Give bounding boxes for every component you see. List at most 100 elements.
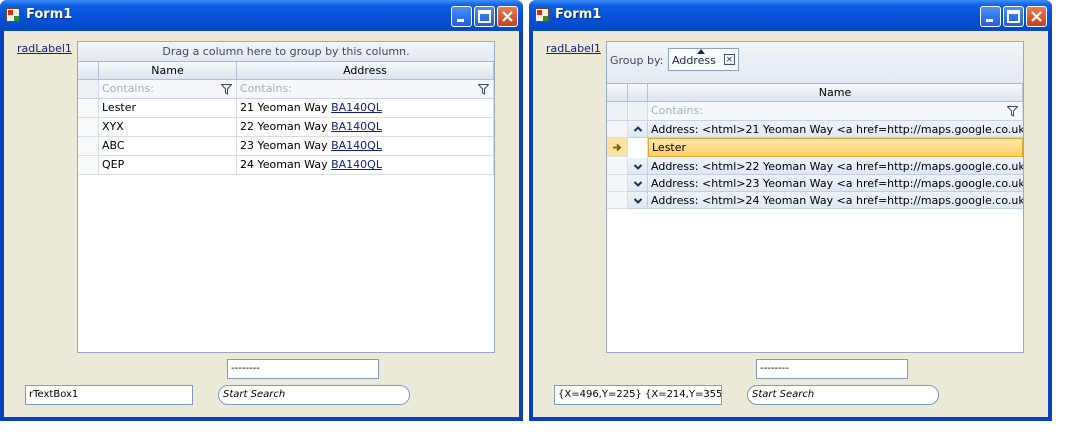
data-grid[interactable]: Group by: Address ✕ Name Contains: Addre… <box>606 41 1024 353</box>
close-button[interactable] <box>1026 6 1047 27</box>
group-row-label: Address: <html>21 Yeoman Way <a href=htt… <box>651 123 1023 136</box>
cell-name[interactable]: XYX <box>99 118 237 136</box>
title-bar[interactable]: Form1 <box>0 0 523 31</box>
child-indent <box>628 138 648 157</box>
filter-indent <box>607 102 628 121</box>
table-row[interactable]: QEP 24 Yeoman Way BA140QL <box>78 156 494 175</box>
remove-group-icon[interactable]: ✕ <box>723 54 735 65</box>
filter-placeholder: Contains: <box>102 82 154 95</box>
address-text: 24 Yeoman Way <box>240 158 332 171</box>
row-indicator[interactable] <box>78 156 99 174</box>
group-row-label: Address: <html>24 Yeoman Way <a href=htt… <box>651 194 1023 207</box>
maximize-icon <box>1007 10 1020 23</box>
row-indicator[interactable] <box>78 137 99 155</box>
minimize-icon <box>986 19 993 22</box>
maximize-button[interactable] <box>474 6 495 27</box>
group-row[interactable]: Address: <html>21 Yeoman Way <a href=htt… <box>628 121 1023 138</box>
close-button[interactable] <box>497 6 518 27</box>
filter-group-indent <box>628 102 648 121</box>
group-chip-label: Address <box>672 54 716 67</box>
group-by-label: Group by: <box>610 54 664 67</box>
chevron-down-icon <box>633 181 643 187</box>
close-icon <box>1031 11 1042 22</box>
filter-cell-name[interactable]: Contains: <box>648 102 1023 121</box>
postcode-link[interactable]: BA140QL <box>331 101 382 114</box>
filter-placeholder: Contains: <box>240 82 292 95</box>
title-bar[interactable]: Form1 <box>529 0 1052 31</box>
row-indicator[interactable] <box>607 158 628 175</box>
rad-label[interactable]: radLabel1 <box>546 42 601 55</box>
cell-name[interactable]: QEP <box>99 156 237 174</box>
data-grid[interactable]: Drag a column here to group by this colu… <box>77 41 495 353</box>
chevron-down-icon <box>633 198 643 204</box>
sort-up-icon <box>697 49 705 54</box>
row-indicator[interactable] <box>607 175 628 192</box>
app-icon[interactable] <box>535 8 549 22</box>
header-group-indent <box>628 84 648 102</box>
table-row[interactable]: XYX 22 Yeoman Way BA140QL <box>78 118 494 137</box>
cell-name[interactable]: Lester <box>99 99 237 117</box>
filter-indent <box>78 80 99 99</box>
small-textbox[interactable]: -------- <box>227 359 379 379</box>
address-text: 22 Yeoman Way <box>240 120 332 133</box>
group-row[interactable]: Address: <html>24 Yeoman Way <a href=htt… <box>628 192 1023 209</box>
group-row[interactable]: Address: <html>22 Yeoman Way <a href=htt… <box>628 158 1023 175</box>
form-client-area: radLabel1 Drag a column here to group by… <box>4 31 519 417</box>
header-indent <box>607 84 628 102</box>
funnel-icon[interactable] <box>1007 106 1018 117</box>
address-text: 21 Yeoman Way <box>240 101 332 114</box>
group-panel[interactable]: Group by: Address ✕ <box>607 42 1023 84</box>
minimize-button[interactable] <box>451 6 472 27</box>
minimize-button[interactable] <box>980 6 1001 27</box>
app-icon[interactable] <box>6 8 20 22</box>
postcode-link[interactable]: BA140QL <box>331 158 382 171</box>
funnel-icon[interactable] <box>221 84 232 95</box>
selected-row[interactable]: Lester <box>648 138 1023 157</box>
chevron-up-icon[interactable] <box>628 121 648 137</box>
row-indicator[interactable] <box>78 118 99 136</box>
search-box[interactable]: Start Search <box>747 385 939 405</box>
postcode-link[interactable]: BA140QL <box>331 139 382 152</box>
rad-label[interactable]: radLabel1 <box>17 42 72 55</box>
arrow-right-icon <box>613 143 622 152</box>
row-indicator[interactable] <box>78 99 99 117</box>
chevron-down-icon[interactable] <box>628 192 648 208</box>
header-indent <box>78 62 99 80</box>
row-indicator[interactable] <box>607 121 628 138</box>
group-row-label: Address: <html>22 Yeoman Way <a href=htt… <box>651 160 1023 173</box>
cell-address[interactable]: 22 Yeoman Way BA140QL <box>237 118 494 136</box>
funnel-icon[interactable] <box>478 84 489 95</box>
coordinates-textbox[interactable]: {X=496,Y=225} {X=214,Y=355} <box>554 385 722 405</box>
group-row-label: Address: <html>23 Yeoman Way <a href=htt… <box>651 177 1023 190</box>
search-box[interactable]: Start Search <box>218 385 410 405</box>
table-row[interactable]: ABC 23 Yeoman Way BA140QL <box>78 137 494 156</box>
chevron-down-icon[interactable] <box>628 175 648 191</box>
row-indicator[interactable] <box>607 192 628 209</box>
column-header-address[interactable]: Address <box>237 62 494 80</box>
form-client-area: radLabel1 Group by: Address ✕ Name Conta… <box>533 31 1048 417</box>
column-header-name[interactable]: Name <box>99 62 237 80</box>
postcode-link[interactable]: BA140QL <box>331 120 382 133</box>
window-title: Form1 <box>555 7 602 22</box>
chevron-down-icon <box>633 164 643 170</box>
maximize-button[interactable] <box>1003 6 1024 27</box>
group-panel[interactable]: Drag a column here to group by this colu… <box>78 42 494 62</box>
cell-address[interactable]: 21 Yeoman Way BA140QL <box>237 99 494 117</box>
cell-address[interactable]: 23 Yeoman Way BA140QL <box>237 137 494 155</box>
chevron-down-icon[interactable] <box>628 158 648 174</box>
address-text: 23 Yeoman Way <box>240 139 332 152</box>
filter-cell-address[interactable]: Contains: <box>237 80 494 99</box>
cell-name[interactable]: ABC <box>99 137 237 155</box>
minimize-icon <box>457 19 464 22</box>
cell-address[interactable]: 24 Yeoman Way BA140QL <box>237 156 494 174</box>
group-row[interactable]: Address: <html>23 Yeoman Way <a href=htt… <box>628 175 1023 192</box>
filter-cell-name[interactable]: Contains: <box>99 80 237 99</box>
current-row-indicator[interactable] <box>607 138 628 157</box>
column-header-name[interactable]: Name <box>648 84 1023 102</box>
maximize-icon <box>478 10 491 23</box>
small-textbox[interactable]: -------- <box>756 359 908 379</box>
group-chip-address[interactable]: Address ✕ <box>668 48 739 71</box>
rtextbox[interactable]: rTextBox1 <box>25 385 193 405</box>
table-row[interactable]: Lester 21 Yeoman Way BA140QL <box>78 99 494 118</box>
filter-placeholder: Contains: <box>651 104 703 117</box>
